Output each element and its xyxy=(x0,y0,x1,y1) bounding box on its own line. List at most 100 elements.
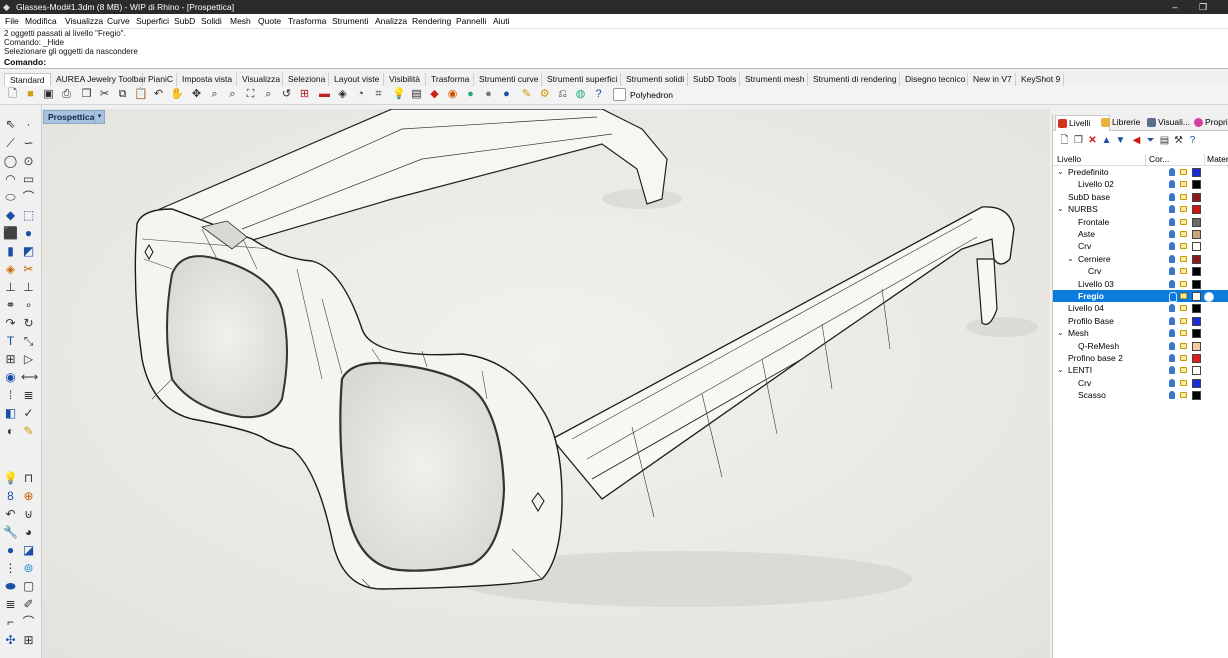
rendered-icon[interactable]: ● xyxy=(500,88,513,101)
ungroup-icon[interactable]: ∘ xyxy=(21,298,36,313)
lock-icon[interactable] xyxy=(1180,280,1187,287)
move-icon[interactable]: ↷ xyxy=(3,316,18,331)
menu-modifica[interactable]: Modifica xyxy=(25,16,57,26)
lock-icon[interactable] xyxy=(1180,317,1187,324)
cut-icon[interactable]: ✂ xyxy=(98,88,111,101)
layer-color-swatch[interactable] xyxy=(1192,254,1201,264)
help-icon[interactable]: ? xyxy=(1187,135,1198,146)
circle-center-icon[interactable]: ⊙ xyxy=(21,154,36,169)
rectangle-icon[interactable]: ▭ xyxy=(21,172,36,187)
gumball-icon[interactable]: ⊚ xyxy=(21,561,36,576)
tab-strumenti-curve[interactable]: Strumenti curve xyxy=(474,73,542,86)
surface-icon[interactable]: ◆ xyxy=(3,208,18,223)
scale-icon[interactable]: ⤡ xyxy=(21,334,36,349)
copy-icon[interactable]: ⧉ xyxy=(116,88,129,101)
layer-color-swatch[interactable] xyxy=(1192,341,1201,351)
visibility-bulb-icon[interactable] xyxy=(1169,254,1175,263)
visibility-bulb-icon[interactable] xyxy=(1169,329,1175,338)
globe-icon[interactable]: ◍ xyxy=(574,88,587,101)
visibility-bulb-icon[interactable] xyxy=(1169,230,1175,238)
menu-quote[interactable]: Quote xyxy=(258,16,281,26)
knife-icon[interactable]: ⌐ xyxy=(3,615,18,630)
layer-color-swatch[interactable] xyxy=(1192,316,1201,326)
layer-row[interactable]: ⌄ Mesh xyxy=(1053,327,1228,339)
filter-icon[interactable]: ⏷ xyxy=(1145,135,1156,146)
arc-icon[interactable]: ◠ xyxy=(3,172,18,187)
visibility-bulb-icon[interactable] xyxy=(1169,316,1175,325)
layer-color-swatch[interactable] xyxy=(1192,217,1201,227)
tab-aurea-jewelry[interactable]: AUREA Jewelry Toolbar xyxy=(51,73,146,86)
tab-strumenti-rendering[interactable]: Strumenti di rendering xyxy=(808,73,900,86)
expand-chevron-down-icon[interactable]: ⌄ xyxy=(1057,364,1064,376)
tab-imposta-vista[interactable]: Imposta vista xyxy=(177,73,237,86)
zoom-icon[interactable]: ⌕ xyxy=(208,88,221,101)
grid-icon[interactable]: ◔ xyxy=(354,88,367,101)
lock-icon[interactable] xyxy=(1180,330,1187,337)
cup-icon[interactable]: ⊍ xyxy=(21,507,36,522)
fillet-curve-icon[interactable]: ⌒ xyxy=(21,190,36,205)
layer-color-swatch[interactable] xyxy=(1192,329,1201,339)
circle-icon[interactable]: ◯ xyxy=(3,154,18,169)
lock-icon[interactable] xyxy=(1180,305,1187,312)
layer-row[interactable]: Q-ReMesh xyxy=(1053,340,1228,352)
layer-color-swatch[interactable] xyxy=(1192,180,1201,190)
lock-icon[interactable] xyxy=(1180,169,1187,175)
template-icon[interactable]: ❐ xyxy=(80,88,93,101)
check-icon[interactable]: ✓ xyxy=(21,406,36,421)
tab-visualizzazione[interactable]: Visuali... xyxy=(1145,115,1190,130)
layer-row[interactable]: ⌄ NURBS xyxy=(1053,203,1228,215)
layer-states-icon[interactable]: ▤ xyxy=(1159,135,1170,146)
tab-standard[interactable]: Standard xyxy=(4,73,51,86)
rotate-view-icon[interactable]: ✥ xyxy=(190,88,203,101)
menu-solidi[interactable]: Solidi xyxy=(201,16,222,26)
box-icon[interactable]: ⬛ xyxy=(3,226,18,241)
layer-row[interactable]: Livello 02 xyxy=(1053,178,1228,190)
lock-icon[interactable] xyxy=(1180,355,1187,361)
visibility-bulb-icon[interactable] xyxy=(1169,354,1175,362)
rotate-icon[interactable]: ↻ xyxy=(21,316,36,331)
grid-array-icon[interactable]: ⁞ xyxy=(3,388,18,403)
layer-color-swatch[interactable] xyxy=(1192,168,1201,177)
layer-row[interactable]: Scasso xyxy=(1053,389,1228,401)
menu-pannelli[interactable]: Pannelli xyxy=(456,16,486,26)
visibility-bulb-icon[interactable] xyxy=(1169,304,1175,313)
tab-disegno-tecnico[interactable]: Disegno tecnico xyxy=(900,73,968,86)
lock-icon[interactable] xyxy=(1180,268,1187,275)
layer-color-swatch[interactable] xyxy=(1192,366,1201,376)
layer-row[interactable]: ⌄ LENTI xyxy=(1053,364,1228,376)
expand-chevron-down-icon[interactable]: ⌄ xyxy=(1057,327,1064,339)
save-icon[interactable]: ▣ xyxy=(42,88,55,101)
cplane-icon[interactable]: ◈ xyxy=(336,88,349,101)
pan-hand-icon[interactable]: ✋ xyxy=(170,88,184,101)
mirror-icon[interactable]: ⊞ xyxy=(3,352,18,367)
paste-icon[interactable]: 📋 xyxy=(134,88,148,101)
layer-color-swatch[interactable] xyxy=(1192,267,1201,277)
move-to-parent-icon[interactable]: ◀ xyxy=(1131,135,1142,146)
snapshot-icon[interactable]: ⎌ xyxy=(556,88,569,101)
visibility-bulb-icon[interactable] xyxy=(1169,267,1175,276)
undo-view-icon[interactable]: ↺ xyxy=(280,88,293,101)
layer-color-swatch[interactable] xyxy=(1192,205,1201,215)
move-down-icon[interactable]: ▼ xyxy=(1115,135,1126,146)
layer-row[interactable]: Livello 04 xyxy=(1053,302,1228,314)
sphere-icon[interactable]: ● xyxy=(21,226,36,241)
visibility-bulb-icon[interactable] xyxy=(1169,242,1175,251)
menu-rendering[interactable]: Rendering xyxy=(412,16,451,26)
explode-icon[interactable]: ⊥ xyxy=(21,280,36,295)
layer-row[interactable]: Crv xyxy=(1053,377,1228,389)
visibility-bulb-icon[interactable] xyxy=(1169,341,1175,350)
expand-chevron-down-icon[interactable]: ⌄ xyxy=(1057,203,1064,215)
ellipse-icon[interactable]: ⬭ xyxy=(3,190,18,205)
layer-color-swatch[interactable] xyxy=(1192,354,1201,363)
layer-color-swatch[interactable] xyxy=(1192,242,1201,252)
render-mesh-icon[interactable]: ⊓ xyxy=(21,471,36,486)
lock-icon[interactable] xyxy=(1180,379,1187,386)
tab-strumenti-mesh[interactable]: Strumenti mesh xyxy=(740,73,808,86)
viewport-label[interactable]: Prospettica xyxy=(43,110,100,124)
visibility-bulb-icon[interactable] xyxy=(1169,192,1175,201)
mesh-icon[interactable]: ◉ xyxy=(3,370,18,385)
target-icon[interactable]: ⊕ xyxy=(21,489,36,504)
lock-icon[interactable] xyxy=(1180,231,1187,237)
tab-subd-tools[interactable]: SubD Tools xyxy=(688,73,740,86)
new-layer-icon[interactable]: 🗋 xyxy=(1059,135,1070,146)
